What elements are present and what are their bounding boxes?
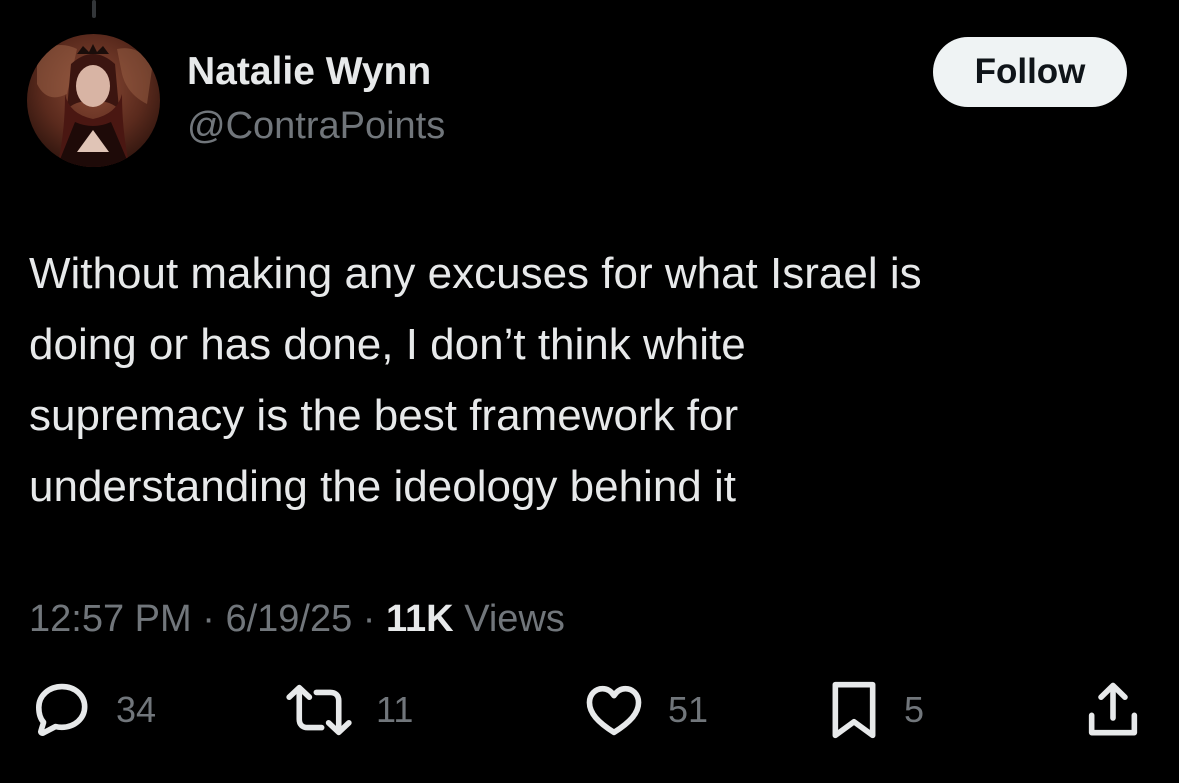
avatar-image: [27, 34, 160, 167]
tweet-text-line: supremacy is the best framework for: [29, 391, 739, 440]
follow-button[interactable]: Follow: [933, 37, 1127, 107]
reply-count: 34: [116, 689, 157, 730]
meta-separator: ·: [362, 598, 376, 640]
heart-icon: [586, 685, 642, 736]
bookmark-button[interactable]: 5: [826, 670, 924, 750]
tweet-text-line: Without making any excuses for what Isra…: [29, 249, 922, 298]
repost-count: 11: [376, 689, 414, 730]
bookmark-icon: [832, 681, 876, 739]
tweet-text: Without making any excuses for what Isra…: [29, 238, 1139, 522]
views-count: 11K: [386, 598, 454, 640]
repost-button[interactable]: 11: [284, 670, 413, 750]
author-handle[interactable]: @ContraPoints: [187, 105, 445, 148]
thread-connector-line: [92, 0, 96, 18]
like-count: 51: [668, 689, 709, 730]
bookmark-count: 5: [904, 689, 925, 730]
share-icon: [1088, 682, 1138, 736]
tweet-metadata: 12:57 PM · 6/19/25 · 11K Views: [29, 598, 565, 641]
share-button[interactable]: [1083, 670, 1143, 750]
tweet-text-line: understanding the ideology behind it: [29, 462, 736, 511]
views-label: Views: [464, 598, 565, 640]
tweet-date[interactable]: 6/19/25: [225, 598, 352, 640]
reply-icon: [36, 683, 88, 736]
author-name[interactable]: Natalie Wynn: [187, 50, 431, 94]
tweet-time[interactable]: 12:57 PM: [29, 598, 192, 640]
repost-icon: [286, 684, 352, 736]
like-button[interactable]: 51: [582, 670, 708, 750]
meta-separator: ·: [202, 598, 215, 640]
avatar[interactable]: [27, 34, 160, 167]
reply-button[interactable]: 34: [30, 670, 156, 750]
tweet-text-line: doing or has done, I don’t think white: [29, 320, 746, 369]
